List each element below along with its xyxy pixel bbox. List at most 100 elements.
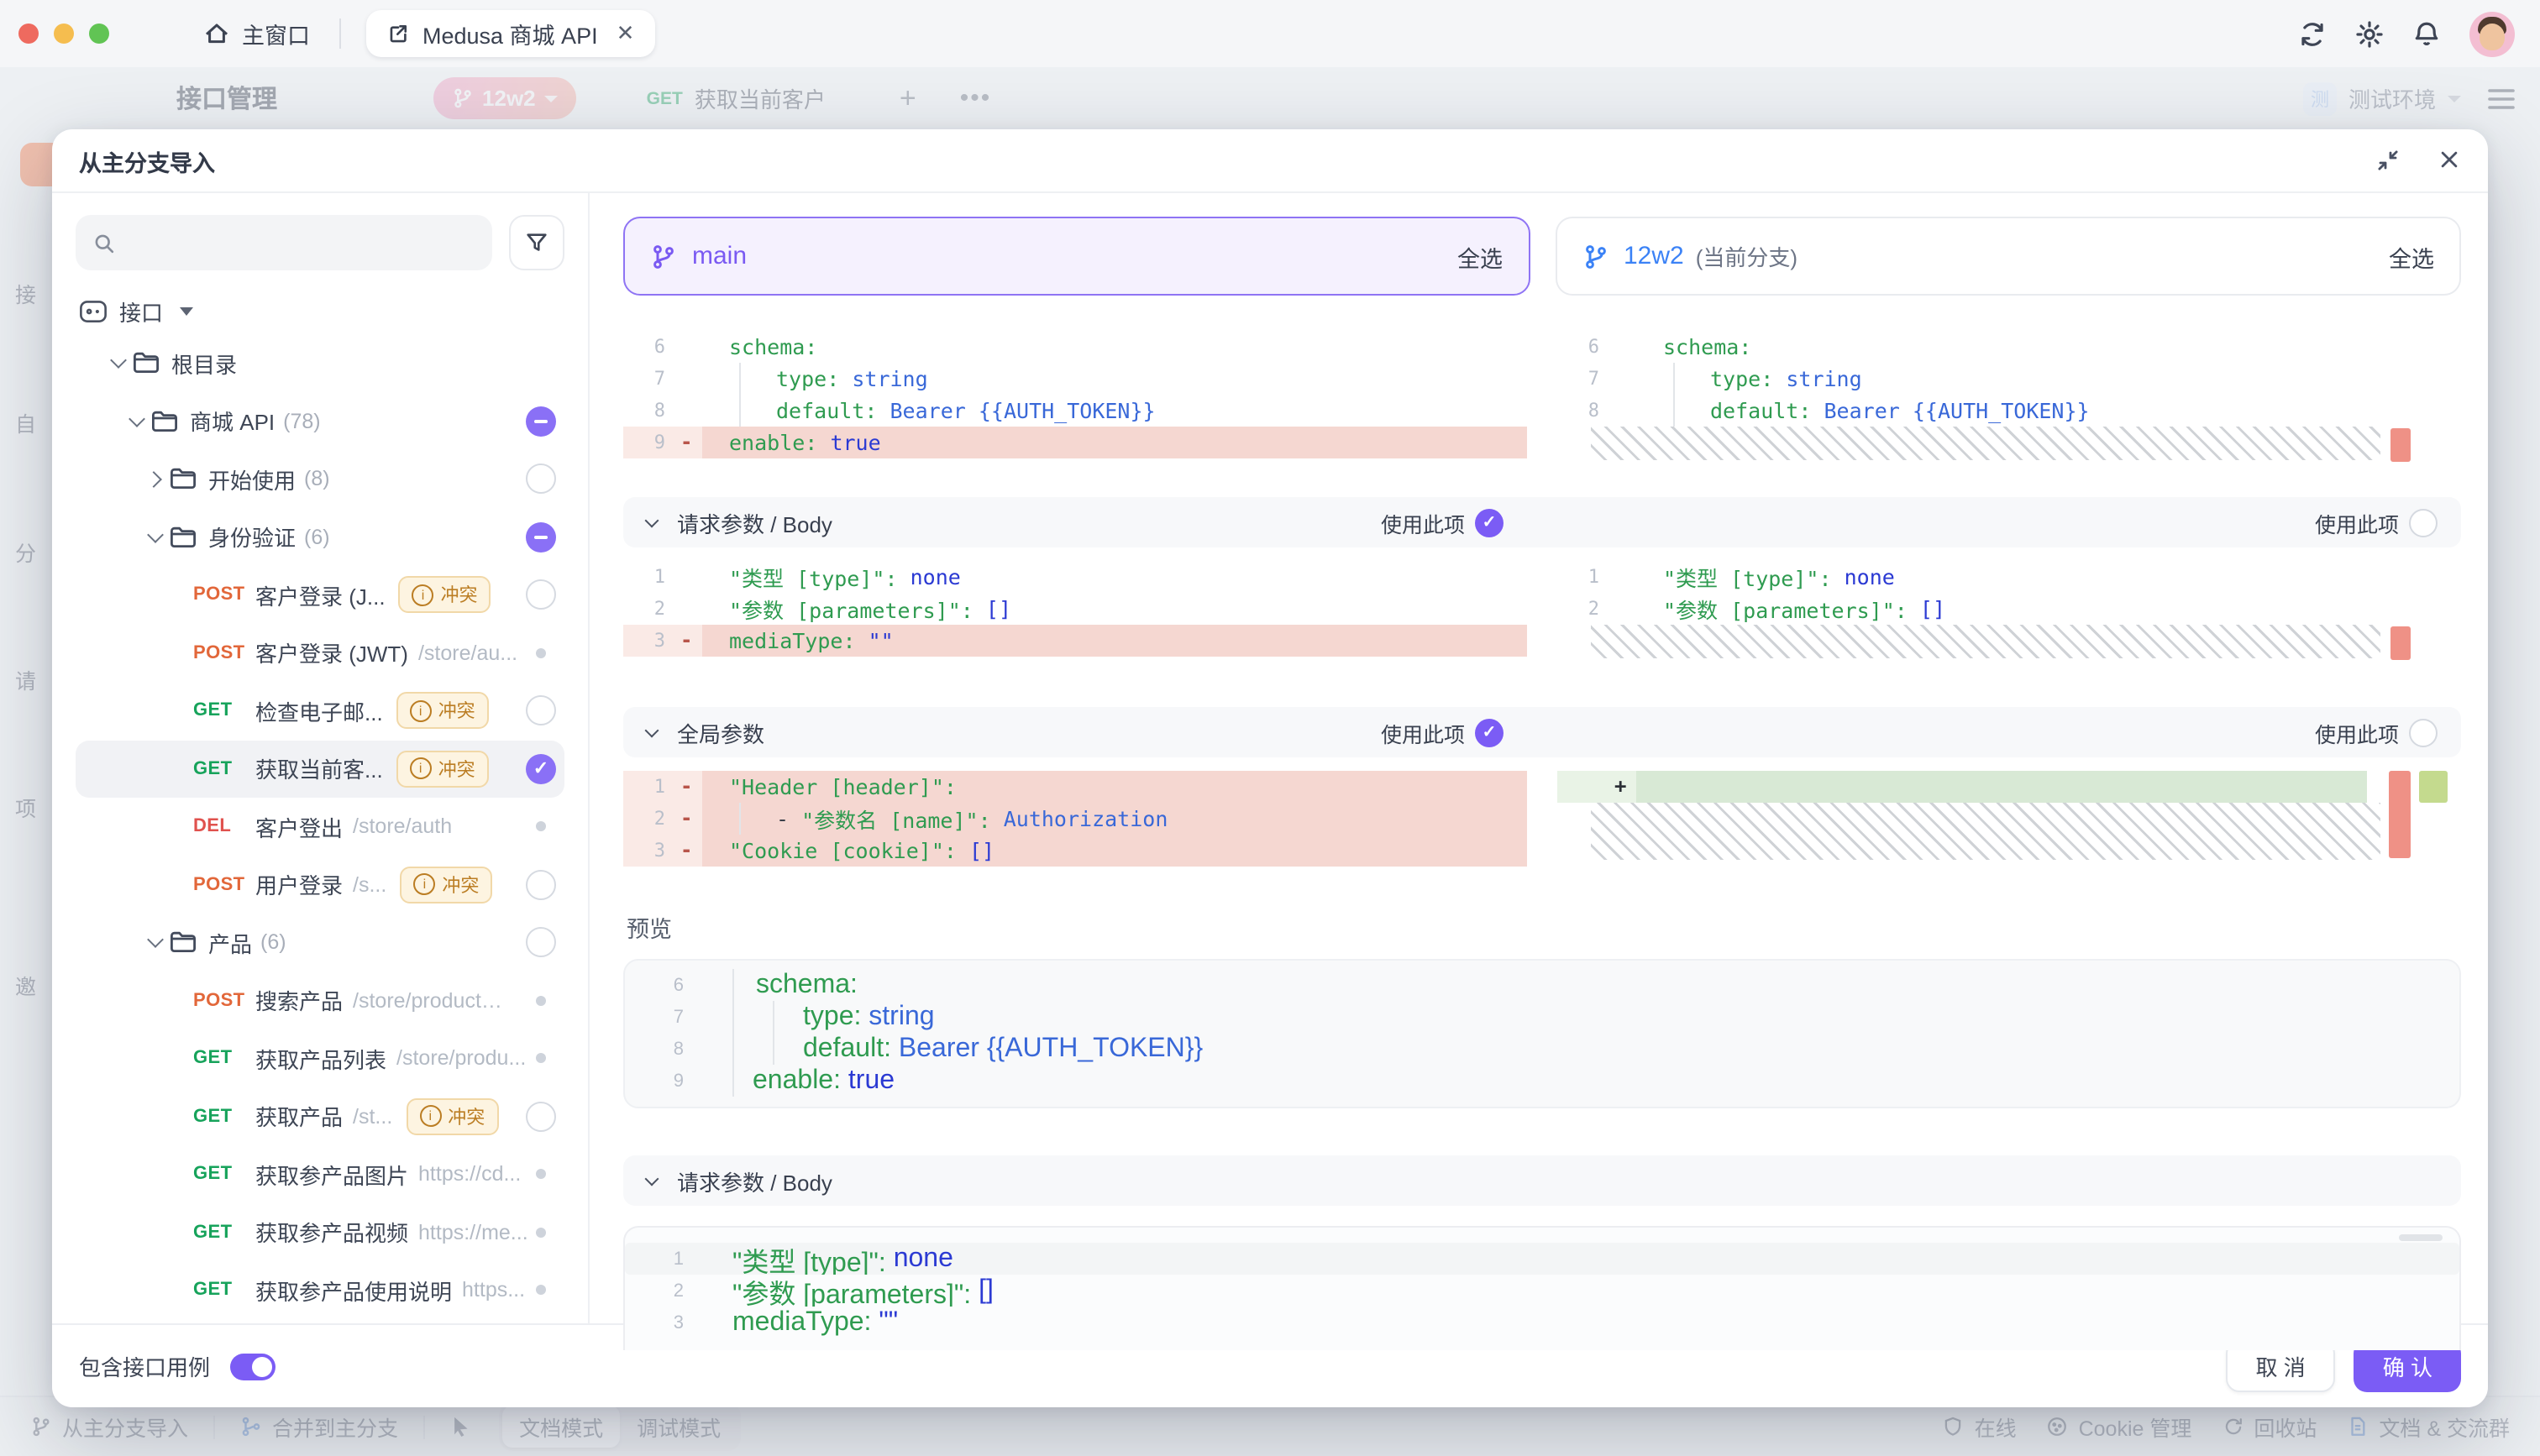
checkbox-indeterminate[interactable]: [526, 406, 556, 437]
method-badge: DEL: [193, 817, 255, 837]
sync-icon[interactable]: [2298, 19, 2327, 48]
tree-row[interactable]: POST客户登录 (JWT)/store/au...: [76, 624, 564, 682]
tree-row[interactable]: GET获取参产品使用说明https...: [76, 1261, 564, 1319]
resource-type-selector[interactable]: 接口: [76, 296, 564, 327]
tree-row[interactable]: GET获取产品列表/store/produ...: [76, 1029, 564, 1087]
folder-icon: [170, 526, 197, 549]
item-count: (78): [283, 410, 320, 433]
chevron-down-icon[interactable]: [144, 526, 170, 549]
tree-row[interactable]: POST搜索产品/store/products/...: [76, 972, 564, 1029]
checkbox-unchecked[interactable]: [526, 928, 556, 958]
row-control: [526, 1102, 556, 1132]
diff-pane-main: 1"类型 [type]": none2"参数 [parameters]": []…: [623, 561, 1527, 658]
chevron-down-icon[interactable]: [643, 514, 664, 531]
minimize-window-button[interactable]: [54, 24, 74, 44]
token: [817, 430, 830, 455]
chevron-down-icon[interactable]: [126, 410, 151, 433]
token: none: [894, 1244, 953, 1274]
checkbox-checked[interactable]: ✓: [526, 754, 556, 784]
radio-unchecked[interactable]: [2409, 508, 2438, 537]
tree-row[interactable]: GET获取参产品视频https://me...: [76, 1203, 564, 1261]
checkbox-unchecked[interactable]: [526, 464, 556, 495]
token: "类型 [type]":: [732, 1243, 886, 1275]
tree-row[interactable]: GET获取参产品图片https://cd...: [76, 1145, 564, 1203]
project-tab[interactable]: Medusa 商城 API ✕: [365, 10, 654, 57]
close-window-button[interactable]: [18, 24, 39, 44]
tree-row[interactable]: 产品(6): [76, 914, 564, 972]
include-cases-toggle[interactable]: [230, 1353, 276, 1380]
code-line: 1"类型 [type]": none: [623, 561, 1527, 593]
search-box[interactable]: [76, 215, 492, 270]
tree-item-label: 商城 API: [190, 406, 275, 437]
tree-row[interactable]: 商城 API (78): [76, 392, 564, 450]
chevron-down-icon[interactable]: [108, 352, 133, 375]
radio-checked[interactable]: ✓: [1475, 508, 1504, 537]
diff-map-marker: [2390, 428, 2411, 462]
chevron-down-icon[interactable]: [643, 1172, 664, 1189]
token: schema:: [756, 970, 858, 1000]
select-all-main[interactable]: 全选: [1457, 239, 1503, 273]
zoom-window-button[interactable]: [89, 24, 109, 44]
branch-card-main[interactable]: main 全选: [623, 217, 1530, 296]
use-this-option[interactable]: 使用此项: [2315, 716, 2461, 748]
line-number: 3: [623, 840, 680, 862]
chevron-right-icon[interactable]: [144, 468, 170, 491]
folder-icon: [151, 410, 178, 433]
checkbox-unchecked[interactable]: [526, 870, 556, 900]
method-badge: GET: [193, 1107, 255, 1127]
tree-row[interactable]: POST客户登录 (J...i冲突: [76, 566, 564, 624]
line-number: 8: [623, 400, 680, 422]
gear-icon[interactable]: [2355, 19, 2384, 48]
scrollbar-horizontal[interactable]: [2399, 1234, 2443, 1241]
use-this-option[interactable]: 使用此项✓: [1381, 506, 1527, 538]
item-count: (6): [260, 931, 286, 955]
close-tab-icon[interactable]: ✕: [617, 20, 635, 47]
line-number: 2: [623, 598, 680, 620]
radio-unchecked[interactable]: [2409, 718, 2438, 746]
use-this-option[interactable]: 使用此项: [2315, 506, 2461, 538]
diff-map-marker: [2419, 771, 2448, 803]
line-number: 1: [625, 1249, 699, 1269]
code-line: 1-"Header [header]":: [623, 771, 1527, 803]
home-tab[interactable]: 主窗口: [203, 17, 310, 50]
line-number: 3: [625, 1312, 699, 1333]
tree-row[interactable]: GET获取产品/st...i冲突: [76, 1087, 564, 1145]
branch-card-current[interactable]: 12w2 (当前分支) 全选: [1555, 217, 2461, 296]
close-dialog-icon[interactable]: [2438, 148, 2461, 173]
tree-row[interactable]: 身份验证(6): [76, 508, 564, 566]
conflict-badge: i冲突: [400, 867, 492, 903]
select-all-current[interactable]: 全选: [2389, 239, 2434, 273]
tree-row[interactable]: DEL客户登出/store/auth: [76, 798, 564, 856]
code-line: 3-"Cookie [cookie]": []: [623, 835, 1527, 867]
code-line: 3mediaType: "": [625, 1307, 2459, 1338]
diff-removed-marker: -: [680, 771, 702, 803]
row-control: [536, 1170, 556, 1180]
tree-row[interactable]: 根目录: [76, 334, 564, 392]
window-controls[interactable]: [18, 24, 109, 44]
diff-map-marker: [2389, 771, 2411, 858]
tree-row[interactable]: GET检查电子邮...i冲突: [76, 682, 564, 740]
avatar[interactable]: [2469, 11, 2515, 56]
checkbox-unchecked[interactable]: [526, 1102, 556, 1132]
tree-row[interactable]: POST用户登录/s...i冲突: [76, 856, 564, 914]
use-this-option[interactable]: 使用此项✓: [1381, 716, 1527, 748]
tree-item-label: 开始使用: [208, 464, 296, 495]
radio-checked[interactable]: ✓: [1475, 718, 1504, 746]
chevron-down-icon[interactable]: [144, 931, 170, 955]
search-input[interactable]: [126, 228, 475, 257]
tree-row[interactable]: GET获取当前客...i冲突✓: [76, 740, 564, 798]
token: Bearer {{AUTH_TOKEN}}: [899, 1034, 1203, 1064]
filter-button[interactable]: [509, 215, 564, 270]
checkbox-indeterminate[interactable]: [526, 522, 556, 553]
chevron-down-icon[interactable]: [643, 724, 664, 741]
line-number: 7: [623, 368, 680, 390]
tree-row[interactable]: 开始使用(8): [76, 450, 564, 508]
token: [973, 596, 986, 621]
collapse-dialog-icon[interactable]: [2375, 148, 2401, 173]
row-control: [526, 928, 556, 958]
code-line: 2-- "参数名 [name]": Authorization: [623, 803, 1527, 835]
bell-icon[interactable]: [2412, 19, 2441, 48]
api-icon: [79, 299, 108, 324]
checkbox-unchecked[interactable]: [526, 580, 556, 610]
checkbox-unchecked[interactable]: [526, 696, 556, 726]
